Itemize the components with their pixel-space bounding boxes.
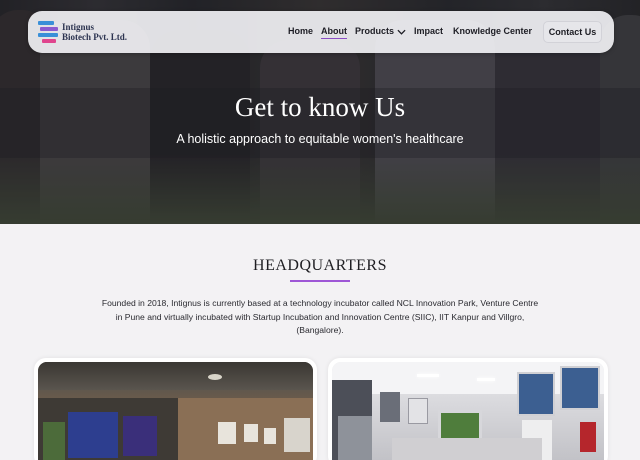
title-underline bbox=[290, 280, 350, 282]
photo-card-lab bbox=[328, 358, 608, 460]
hero-subtitle: A holistic approach to equitable women's… bbox=[176, 132, 464, 146]
nav-home[interactable]: Home bbox=[288, 26, 313, 36]
contact-us-button[interactable]: Contact Us bbox=[543, 21, 602, 43]
logo[interactable]: Intignus Biotech Pvt. Ltd. bbox=[38, 19, 138, 47]
page: Get to know Us A holistic approach to eq… bbox=[0, 0, 640, 460]
chevron-down-icon bbox=[396, 29, 406, 35]
logo-text: Intignus Biotech Pvt. Ltd. bbox=[62, 22, 127, 42]
section-title: HEADQUARTERS bbox=[253, 257, 387, 274]
nav-about[interactable]: About bbox=[321, 26, 347, 39]
top-navbar: Intignus Biotech Pvt. Ltd. Home About Pr… bbox=[28, 11, 614, 53]
nav-knowledge-center[interactable]: Knowledge Center bbox=[453, 26, 532, 36]
nav-products-label: Products bbox=[355, 26, 395, 36]
nav-products[interactable]: Products bbox=[355, 26, 406, 36]
hero-title: Get to know Us bbox=[234, 92, 406, 122]
lab-photo bbox=[332, 362, 604, 460]
logo-mark-icon bbox=[38, 19, 60, 47]
logo-line-1: Intignus bbox=[62, 22, 95, 32]
office-photo bbox=[38, 362, 313, 460]
logo-line-2: Biotech Pvt. Ltd. bbox=[62, 32, 127, 42]
photo-card-office bbox=[34, 358, 317, 460]
section-body: Founded in 2018, Intignus is currently b… bbox=[101, 298, 539, 335]
nav-impact[interactable]: Impact bbox=[414, 26, 443, 36]
